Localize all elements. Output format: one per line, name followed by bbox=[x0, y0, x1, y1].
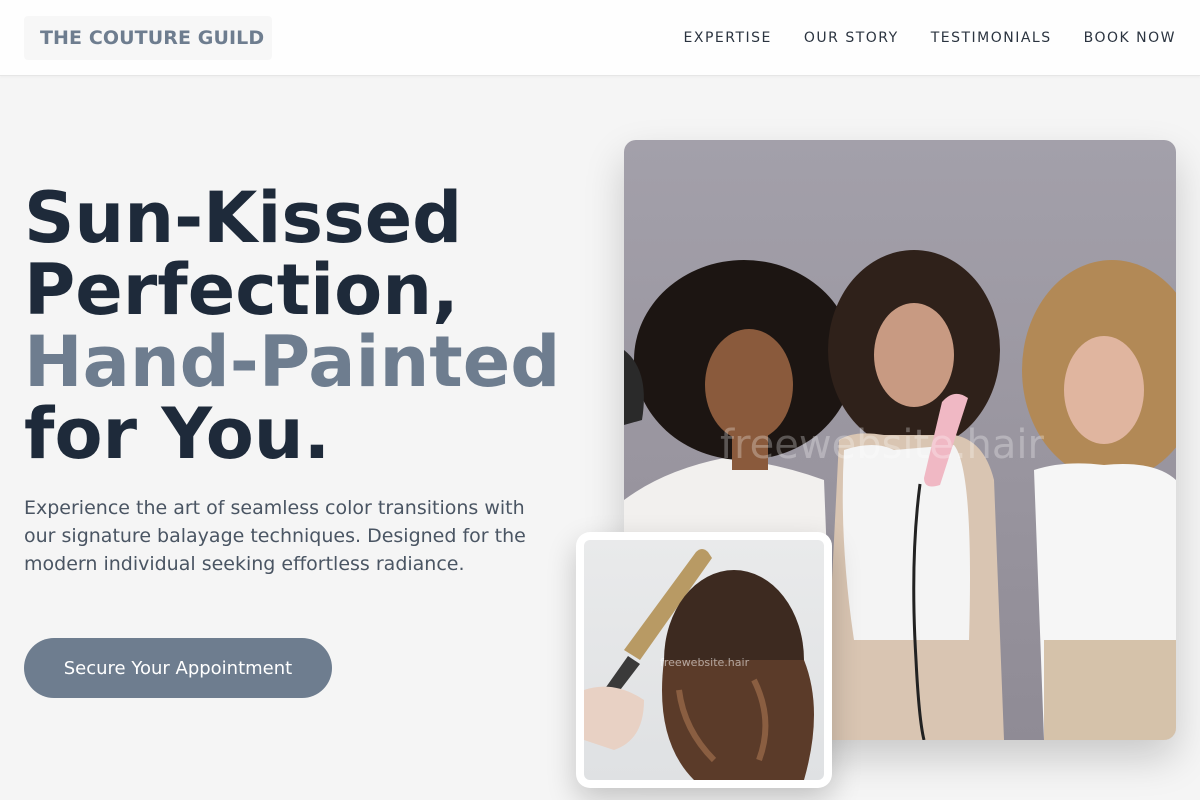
site-header: THE COUTURE GUILD EXPERTISE OUR STORY TE… bbox=[0, 0, 1200, 76]
headline-line-4: for You. bbox=[24, 393, 331, 475]
detail-watermark: freewebsite.hair bbox=[660, 656, 750, 669]
main-nav: EXPERTISE OUR STORY TESTIMONIALS BOOK NO… bbox=[684, 0, 1176, 76]
styling-detail-card: freewebsite.hair bbox=[576, 532, 832, 788]
hero-lead-text: Experience the art of seamless color tra… bbox=[24, 497, 526, 575]
photo-watermark: freewebsite.hair bbox=[720, 422, 1044, 468]
nav-link-our-story[interactable]: OUR STORY bbox=[804, 30, 899, 46]
headline-line-1: Sun-Kissed bbox=[24, 177, 463, 259]
secure-appointment-button[interactable]: Secure Your Appointment bbox=[24, 638, 332, 698]
headline-line-2: Perfection, bbox=[24, 249, 459, 331]
nav-link-expertise[interactable]: EXPERTISE bbox=[684, 30, 772, 46]
headline-accent: Hand-Painted bbox=[24, 321, 561, 403]
nav-link-book-now[interactable]: BOOK NOW bbox=[1084, 30, 1176, 46]
hero-headline: Sun-Kissed Perfection, Hand-Painted for … bbox=[24, 182, 604, 470]
curling-detail-photo: freewebsite.hair bbox=[584, 540, 824, 780]
brand-logo[interactable]: THE COUTURE GUILD bbox=[24, 16, 272, 60]
nav-link-testimonials[interactable]: TESTIMONIALS bbox=[931, 30, 1052, 46]
